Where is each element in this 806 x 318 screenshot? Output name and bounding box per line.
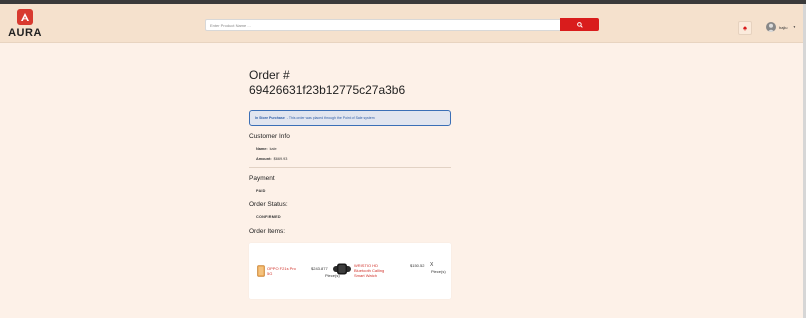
- avatar: [766, 22, 776, 32]
- search-button[interactable]: [560, 18, 599, 31]
- order-status-badge: CONFIRMED: [256, 215, 281, 219]
- notice-label: In Store Purchase: [255, 116, 285, 120]
- name-label: Name:: [256, 147, 268, 151]
- quantity-prefix: X: [430, 262, 434, 268]
- customer-info-title: Customer Info: [249, 133, 290, 140]
- page-title: Order #: [249, 68, 290, 82]
- item-name[interactable]: WRISTIO HD Bluetooth Calling Smart Watch: [354, 263, 384, 278]
- pos-notice: In Store Purchase - This order was place…: [249, 110, 451, 126]
- payment-status: PAID: [256, 189, 266, 193]
- item-price: $243.877: [311, 266, 328, 271]
- brand-name: AURA: [8, 27, 42, 39]
- order-header: Order # 69426631f23b12775c27a3b6: [249, 68, 451, 98]
- order-status-title: Order Status:: [249, 201, 288, 208]
- user-menu[interactable]: hajiu ▾: [766, 21, 795, 33]
- smartwatch-product-image[interactable]: [332, 262, 352, 276]
- bell-icon: [743, 26, 747, 31]
- amount-value: $669.93: [273, 157, 288, 161]
- notice-text: - This order was placed through the Poin…: [286, 116, 375, 120]
- search-icon: [576, 21, 583, 28]
- user-name: hajiu: [779, 24, 788, 30]
- chevron-down-icon: ▾: [793, 25, 796, 29]
- order-items-title: Order Items:: [249, 228, 286, 235]
- item-name-line: Smart Watch: [354, 273, 377, 278]
- name-value: kale: [269, 147, 277, 151]
- amount-label: Amount:: [256, 157, 272, 161]
- divider: [249, 167, 451, 168]
- customer-amount: Amount: $669.93: [256, 157, 287, 161]
- logo-icon: [17, 9, 33, 25]
- search-input[interactable]: [205, 19, 570, 31]
- item-name[interactable]: OPPO F21s Pro 5G: [267, 266, 296, 276]
- brand-logo[interactable]: AURA: [7, 9, 43, 41]
- item-quantity: Piece(s): [431, 269, 446, 274]
- order-id: 69426631f23b12775c27a3b6: [249, 83, 406, 97]
- customer-name: Name: kale: [256, 147, 277, 151]
- item-name-line: 5G: [267, 271, 273, 276]
- item-price: $150.52: [410, 263, 425, 268]
- notification-button[interactable]: [738, 21, 752, 35]
- user-icon: [767, 23, 775, 32]
- payment-title: Payment: [249, 175, 275, 182]
- header: AURA hajiu ▾: [0, 4, 806, 43]
- order-items-card: OPPO F21s Pro 5G $243.877 Piece(s) WRIST…: [249, 243, 451, 299]
- phone-product-image[interactable]: [257, 265, 265, 277]
